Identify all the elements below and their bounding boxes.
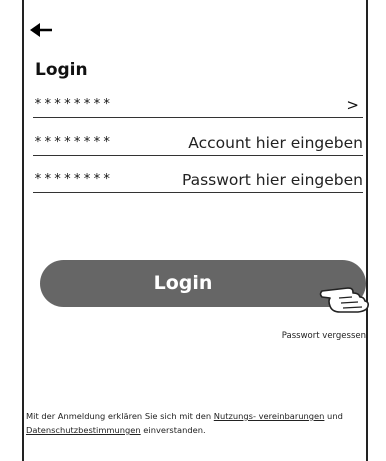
- terms-of-use-link[interactable]: Nutzungs- vereinbarungen: [214, 411, 325, 421]
- chevron-right-icon: >: [346, 96, 359, 114]
- arrow-left-icon[interactable]: [30, 20, 54, 40]
- masked-value: ********: [34, 172, 113, 187]
- page-title: Login: [35, 60, 88, 80]
- account-input[interactable]: [153, 134, 363, 152]
- pointing-hand-icon: [319, 287, 369, 313]
- masked-value: ********: [34, 135, 113, 150]
- password-input[interactable]: [153, 171, 363, 189]
- account-row: ********: [33, 128, 363, 156]
- password-row: ********: [33, 165, 363, 193]
- privacy-policy-link[interactable]: Datenschutzbestimmungen: [26, 425, 141, 435]
- terms-notice: Mit der Anmeldung erklären Sie sich mit …: [26, 409, 371, 437]
- terms-prefix: Mit der Anmeldung erklären Sie sich mit …: [26, 411, 214, 421]
- terms-suffix: einverstanden.: [140, 425, 206, 435]
- terms-middle: und: [324, 411, 343, 421]
- masked-value: ********: [34, 97, 113, 112]
- forgot-password-link[interactable]: Passwort vergessen: [282, 331, 366, 341]
- region-selector-row[interactable]: ******** >: [33, 90, 363, 118]
